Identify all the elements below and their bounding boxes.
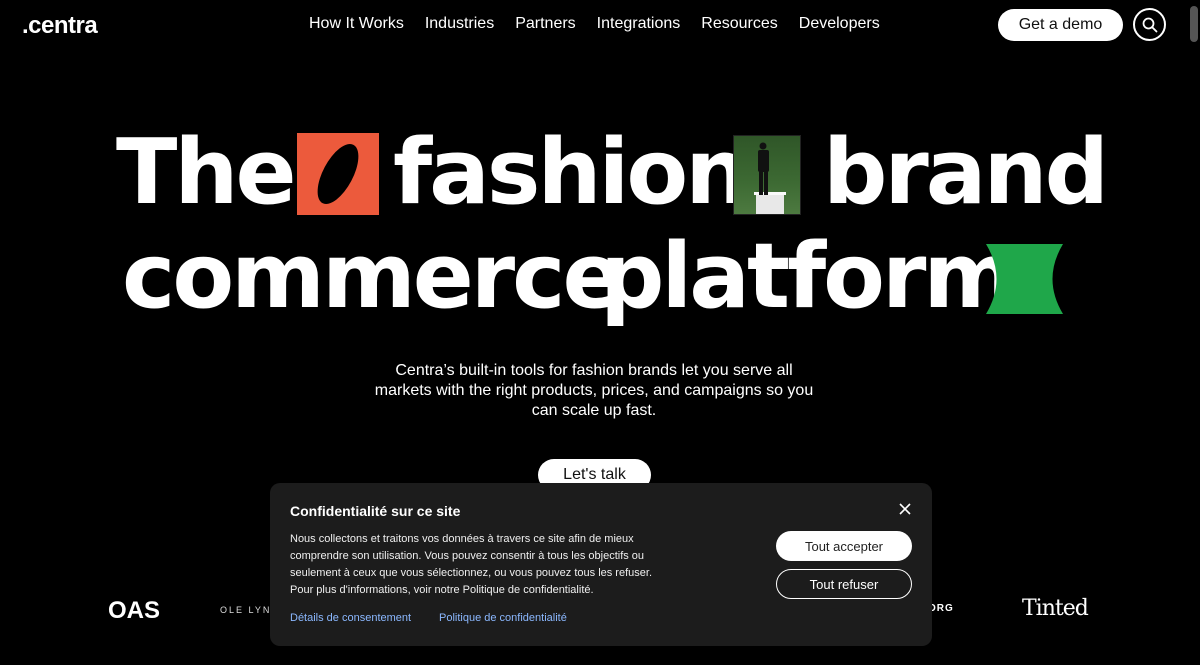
- nav-how-it-works[interactable]: How It Works: [309, 15, 404, 33]
- privacy-policy-link[interactable]: Politique de confidentialité: [439, 612, 567, 624]
- cookie-dialog-body: Nous collectons et traitons vos données …: [290, 533, 652, 596]
- consent-details-link[interactable]: Détails de consentement: [290, 612, 411, 624]
- partner-logo-tinted: Tinted: [1022, 596, 1089, 621]
- headline-word-brand: brand: [823, 120, 1109, 225]
- headline-word-commerce: commerce: [122, 224, 624, 329]
- fashion-model-image: [733, 135, 801, 215]
- headline-word-fashion: fashion: [393, 120, 749, 225]
- partner-logo-oas: OAS: [108, 597, 161, 624]
- search-icon: [1142, 17, 1157, 32]
- cookie-dialog-title: Confidentialité sur ce site: [290, 503, 461, 519]
- nav-integrations[interactable]: Integrations: [597, 15, 681, 33]
- nav-developers[interactable]: Developers: [799, 15, 880, 33]
- page-scrollbar[interactable]: [1190, 6, 1198, 42]
- nav-resources[interactable]: Resources: [701, 15, 777, 33]
- centra-logo[interactable]: .centra: [22, 12, 98, 40]
- search-button[interactable]: [1133, 8, 1166, 41]
- get-a-demo-button[interactable]: Get a demo: [998, 9, 1123, 41]
- accept-all-button[interactable]: Tout accepter: [776, 531, 912, 561]
- headline-word-platform: platform: [600, 224, 1017, 329]
- cookie-consent-dialog: Confidentialité sur ce site Nous collect…: [270, 483, 932, 646]
- ellipse-icon: [317, 144, 359, 204]
- headline-word-the: The: [116, 120, 297, 225]
- hourglass-shape-icon: [986, 244, 1063, 314]
- main-nav: How It Works Industries Partners Integra…: [309, 15, 880, 33]
- orange-o-tile: [297, 133, 379, 215]
- hero-subtitle: Centra’s built-in tools for fashion bran…: [374, 362, 814, 419]
- nav-partners[interactable]: Partners: [515, 15, 575, 33]
- refuse-all-button[interactable]: Tout refuser: [776, 569, 912, 599]
- close-icon: [899, 503, 911, 515]
- green-shape-tile: [986, 244, 1063, 314]
- nav-industries[interactable]: Industries: [425, 15, 494, 33]
- close-button[interactable]: [898, 502, 912, 516]
